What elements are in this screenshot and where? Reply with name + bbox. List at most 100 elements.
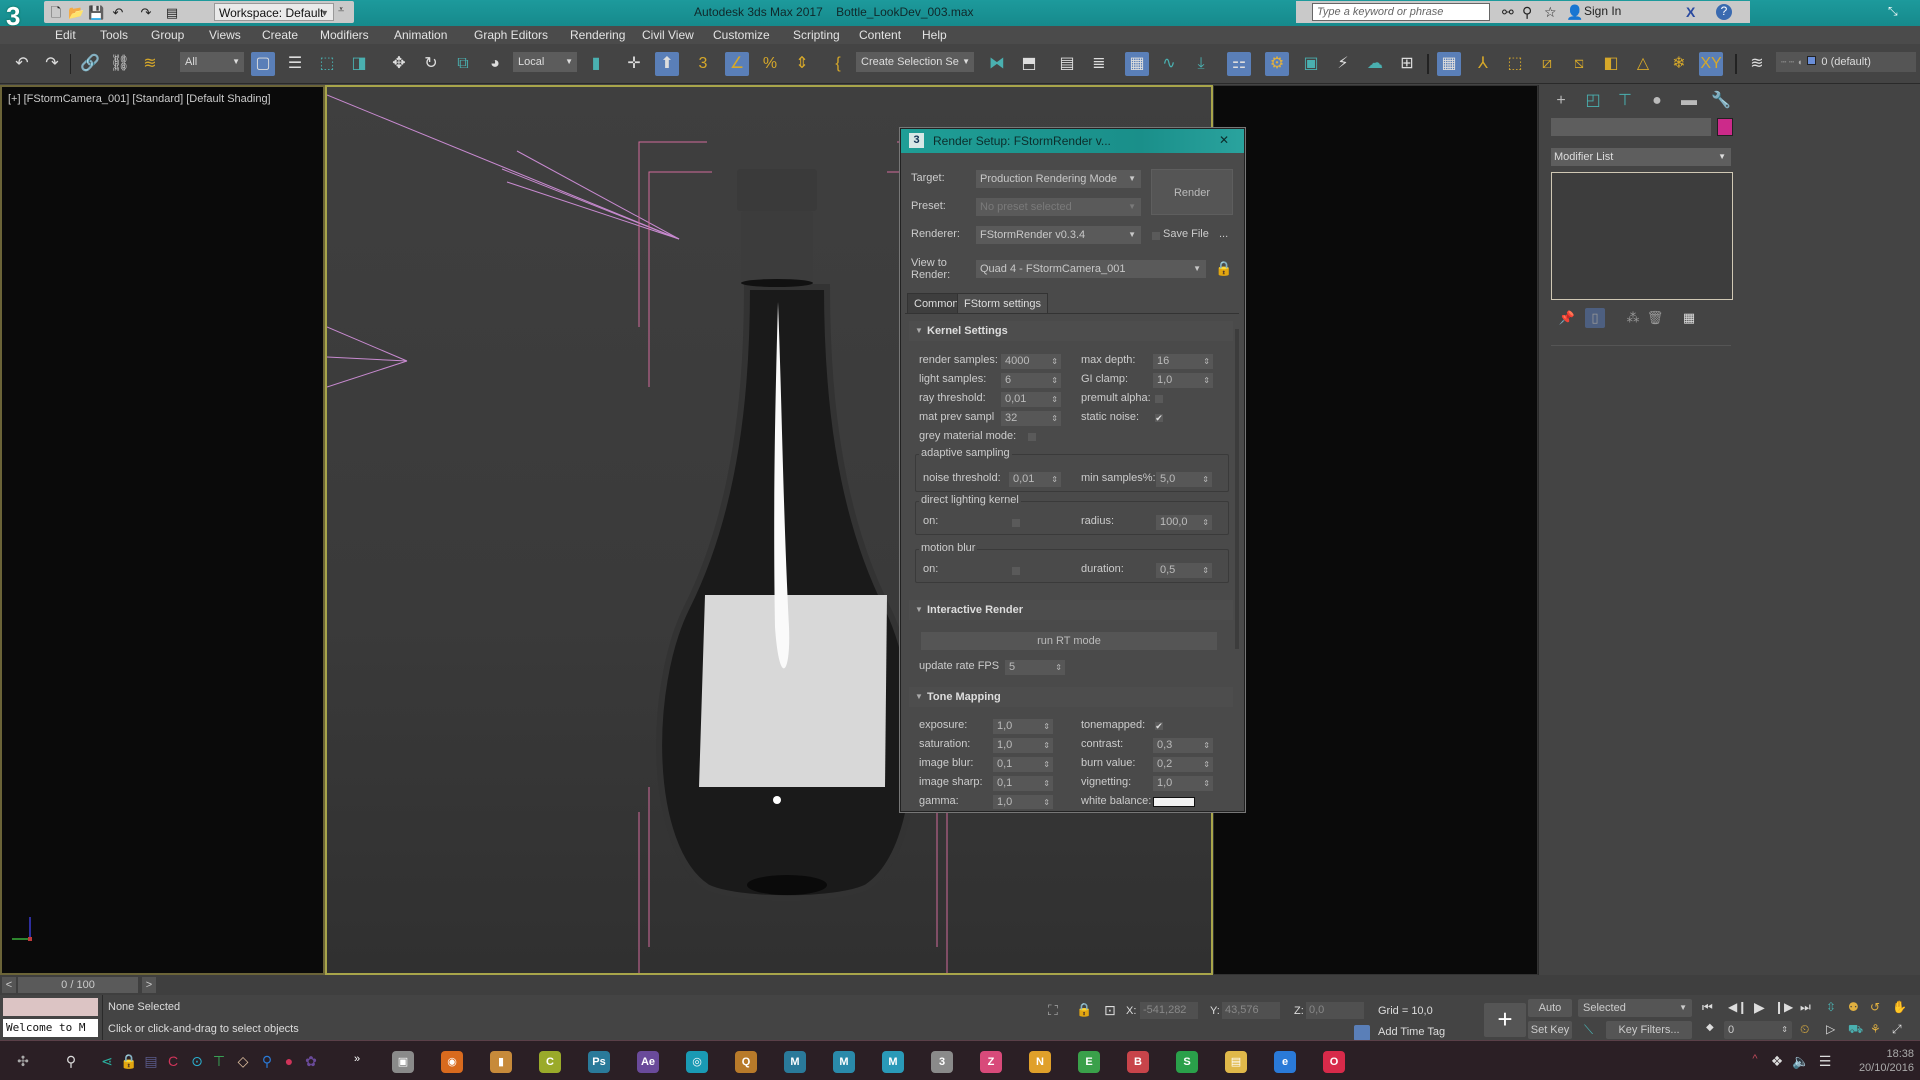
modifier-stack[interactable] [1551, 172, 1733, 300]
zoom-icon[interactable]: ⚲ [258, 1053, 276, 1070]
gamma-spinner[interactable]: 1,0 ⇕ [993, 795, 1053, 809]
modifier-list-dropdown[interactable]: Modifier List ▼ [1551, 148, 1731, 166]
share-icon[interactable]: ⋖ [98, 1053, 116, 1070]
make-unique-icon[interactable]: ⁂ [1623, 308, 1643, 328]
curve-editor-icon[interactable]: ∿ [1157, 52, 1181, 76]
dialog-title-bar[interactable]: 3 Render Setup: FStormRender v... ✕ [901, 129, 1244, 153]
spinner-arrows-icon[interactable]: ⇕ [1202, 515, 1209, 530]
stack-icon[interactable]: ▤ [142, 1053, 160, 1070]
time-configuration-icon[interactable]: ⏲ [1800, 1022, 1809, 1037]
taskbar-app-photoshop-icon[interactable]: Ps [588, 1051, 610, 1073]
save-file-icon[interactable]: 💾 [88, 5, 104, 21]
light-samples-spinner[interactable]: 6 ⇕ [1001, 373, 1061, 388]
select-by-name-icon[interactable]: ☰ [283, 52, 307, 76]
hierarchy-tab-icon[interactable]: ⊤ [1609, 88, 1641, 114]
isolate-selection-icon[interactable]: ⛶ [1048, 1002, 1058, 1019]
go-to-end-icon[interactable]: ⏭ [1800, 1000, 1811, 1015]
menu-content[interactable]: Content [859, 28, 901, 42]
spinner-arrows-icon[interactable]: ⇕ [1203, 776, 1210, 791]
dropbox-icon[interactable]: ❖ [1768, 1053, 1786, 1070]
user-icon[interactable]: 👤 [1566, 4, 1583, 21]
previous-frame-icon[interactable]: ◀❙ [1728, 1000, 1747, 1014]
taskbar-app-cinema-icon[interactable]: ◎ [686, 1051, 708, 1073]
spinner-arrows-icon[interactable]: ⇕ [1051, 472, 1058, 487]
viewport-label[interactable]: [+] [FStormCamera_001] [Standard] [Defau… [8, 93, 271, 105]
menu-create[interactable]: Create [262, 28, 298, 42]
redo-icon[interactable]: ↷ [138, 5, 154, 21]
grey-material-mode-checkbox[interactable] [1027, 432, 1037, 442]
schematic-view-icon[interactable]: ⤓ [1189, 52, 1213, 76]
magnet-icon[interactable]: C [164, 1053, 182, 1069]
scale-icon[interactable]: ⧉ [451, 52, 475, 76]
mat-prev-sampl-spinner[interactable]: 32 ⇕ [1001, 411, 1061, 426]
edit-named-selection-icon[interactable]: { [826, 52, 850, 76]
viewport-top-left[interactable]: [+] [FStormCamera_001] [Standard] [Defau… [0, 85, 325, 975]
redo-icon[interactable]: ↷ [40, 52, 64, 76]
taskbar-app-after-effects-icon[interactable]: Ae [637, 1051, 659, 1073]
white-balance-swatch[interactable] [1153, 797, 1195, 807]
premult-alpha-checkbox[interactable] [1154, 394, 1164, 404]
toggle-ribbon-icon[interactable]: ▦ [1125, 52, 1149, 76]
render-gallery-icon[interactable]: ⊞ [1395, 52, 1419, 76]
preset-dropdown[interactable]: No preset selected ▼ [976, 198, 1141, 216]
taskbar-app-3dsmax-icon[interactable]: 3 [931, 1051, 953, 1073]
gi-clamp-spinner[interactable]: 1,0 ⇕ [1153, 373, 1213, 388]
image-sharp-spinner[interactable]: 0,1 ⇕ [993, 776, 1053, 791]
rotate-icon[interactable]: ↻ [419, 52, 443, 76]
palette-icon[interactable]: ✿ [302, 1053, 320, 1070]
angle-snap-icon[interactable]: ∠ [725, 52, 749, 76]
spinner-arrows-icon[interactable]: ⇕ [1043, 738, 1050, 753]
exposure-spinner[interactable]: 1,0 ⇕ [993, 719, 1053, 734]
go-to-start-icon[interactable]: ⏮ [1702, 1000, 1713, 1015]
noise-threshold-spinner[interactable]: 0,01 ⇕ [1009, 472, 1061, 487]
remove-modifier-icon[interactable]: 🗑 [1645, 308, 1665, 328]
pivot-center-icon[interactable]: ▮ [584, 52, 608, 76]
dialog-scrollbar[interactable] [1235, 329, 1239, 649]
select-object-icon[interactable]: ▢ [251, 52, 275, 76]
key-mode-dropdown[interactable]: Selected ▼ [1578, 999, 1692, 1017]
subscription-icon[interactable]: ⚲ [1522, 4, 1532, 21]
run-rt-mode-button[interactable]: run RT mode [921, 632, 1217, 650]
add-time-tag-button[interactable]: Add Time Tag [1378, 1026, 1445, 1038]
key-mode-toggle-icon[interactable]: ◆ [1706, 1022, 1714, 1033]
roll-icon[interactable]: ⚘ [1870, 1022, 1881, 1036]
window-crossing-icon[interactable]: ◨ [347, 52, 371, 76]
hierarchy-icon[interactable]: ⊤ [210, 1053, 228, 1070]
view-to-render-dropdown[interactable]: Quad 4 - FStormCamera_001 ▼ [976, 260, 1206, 278]
menu-modifiers[interactable]: Modifiers [320, 28, 369, 42]
tonemapped-checkbox[interactable]: ✔ [1154, 721, 1164, 731]
burn-value-spinner[interactable]: 0,2 ⇕ [1153, 757, 1213, 772]
lock-icon[interactable]: 🔒 [120, 1053, 138, 1070]
snap-edge-icon[interactable]: ⧄ [1535, 52, 1559, 76]
target-dropdown[interactable]: Production Rendering Mode ▼ [976, 170, 1141, 188]
taskbar-app-zbrush-icon[interactable]: Z [980, 1051, 1002, 1073]
move-handle-icon[interactable]: ✣ [14, 1053, 32, 1070]
spinner-arrows-icon[interactable]: ⇕ [1203, 738, 1210, 753]
sign-in-button[interactable]: Sign In [1584, 4, 1621, 18]
menu-help[interactable]: Help [922, 28, 947, 42]
exchange-icon[interactable]: X [1686, 4, 1695, 20]
spinner-arrows-icon[interactable]: ⇕ [1051, 354, 1058, 369]
auto-key-button[interactable]: Auto Key [1528, 999, 1572, 1032]
snap-freeze-icon[interactable]: ❄ [1667, 52, 1691, 76]
taskbar-app-evernote-icon[interactable]: E [1078, 1051, 1100, 1073]
spinner-arrows-icon[interactable]: ⇕ [1203, 354, 1210, 369]
maximize-viewport-icon[interactable]: ⤢ [1892, 1022, 1902, 1037]
menu-civil-view[interactable]: Civil View [642, 28, 694, 42]
z-coordinate-field[interactable]: 0,0 [1306, 1002, 1364, 1019]
dolly-icon[interactable]: ▷ [1826, 1022, 1835, 1036]
menu-graph-editors[interactable]: Graph Editors [474, 28, 548, 42]
snap-bbox-icon[interactable]: ⬚ [1503, 52, 1527, 76]
utilities-tab-icon[interactable]: 🔧 [1705, 88, 1737, 114]
spinner-arrows-icon[interactable]: ⇕ [1202, 472, 1209, 487]
menu-animation[interactable]: Animation [394, 28, 447, 42]
motion-blur-on-checkbox[interactable] [1011, 566, 1021, 576]
percent-snap-icon[interactable]: % [758, 52, 782, 76]
clock[interactable]: 18:38 20/10/2016 [1840, 1047, 1914, 1075]
display-tab-icon[interactable]: ▬ [1673, 88, 1705, 114]
overflow-icon[interactable]: » [348, 1053, 366, 1065]
render-production-icon[interactable]: ⚡ [1331, 52, 1355, 76]
taskbar-app-quicktime-icon[interactable]: Q [735, 1051, 757, 1073]
taskbar-app-maya-icon[interactable]: M [833, 1051, 855, 1073]
contrast-spinner[interactable]: 0,3 ⇕ [1153, 738, 1213, 753]
